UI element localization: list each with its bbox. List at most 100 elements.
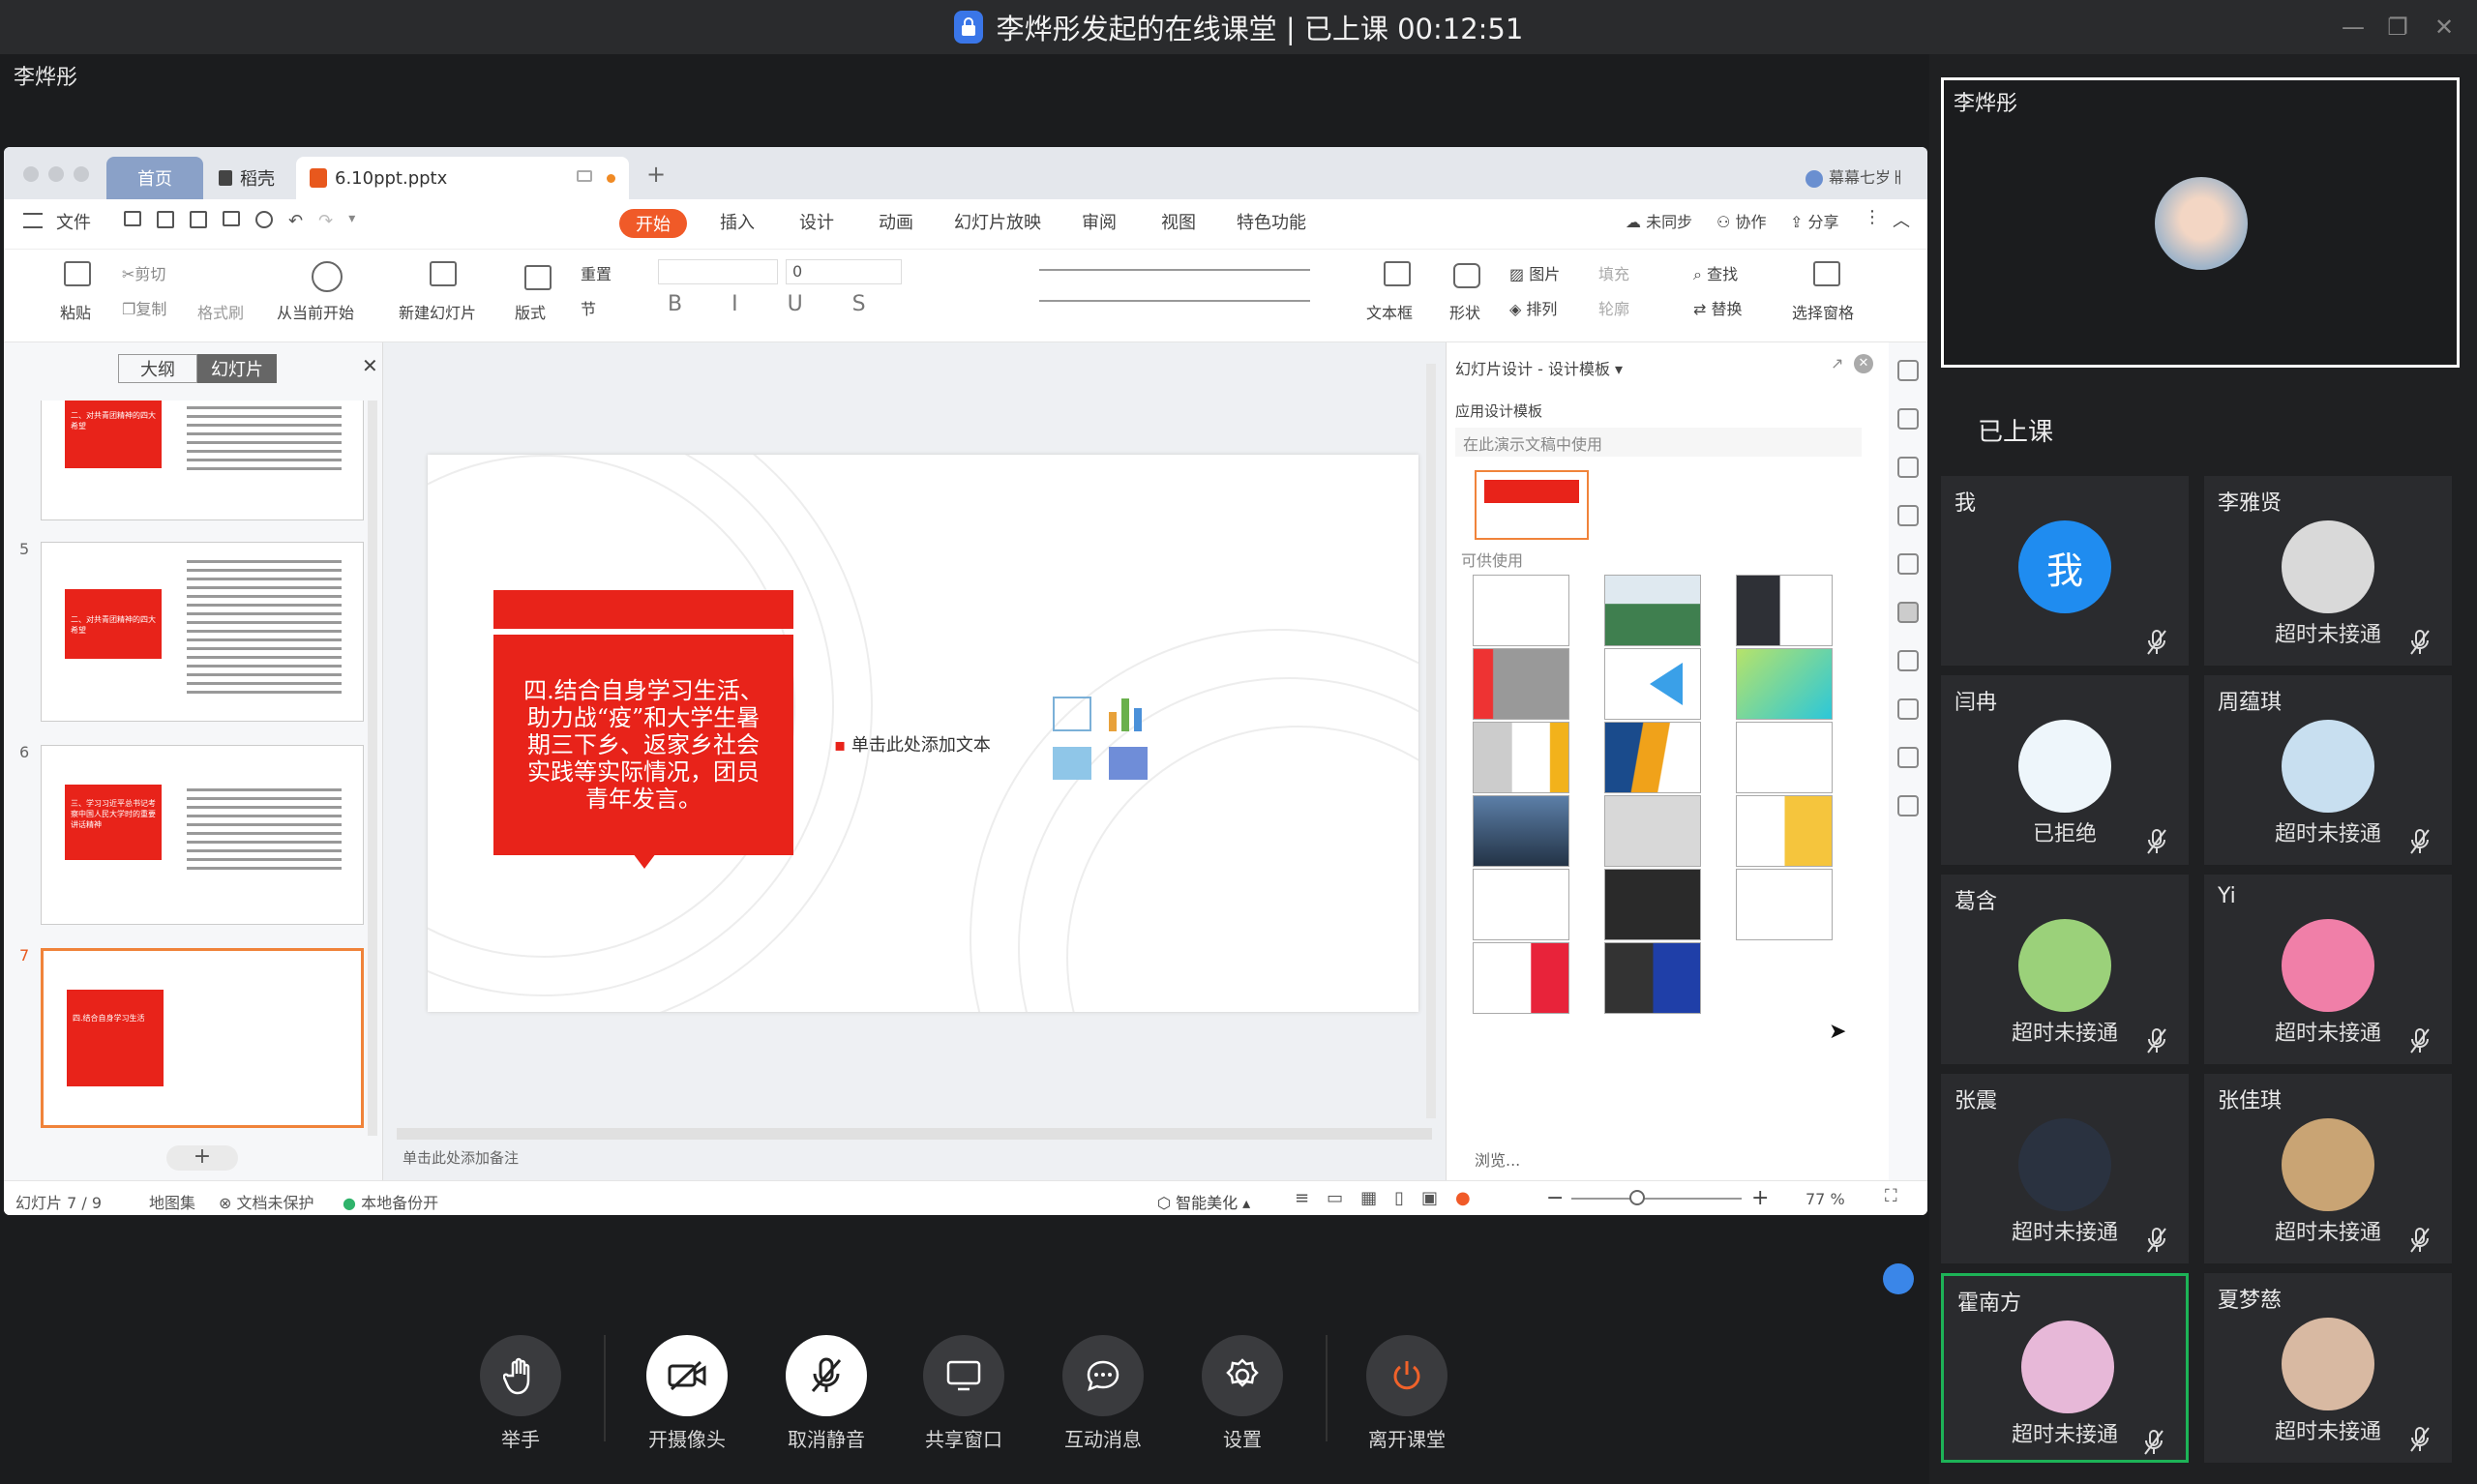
v-scrollbar[interactable]	[1426, 364, 1436, 1118]
zoom-in-button[interactable]: +	[1751, 1186, 1769, 1210]
zoom-out-button[interactable]: −	[1546, 1186, 1564, 1210]
participant-tile[interactable]: 我我	[1941, 476, 2189, 666]
reading-view-icon[interactable]: ▯	[1394, 1188, 1404, 1208]
template-thumb[interactable]	[1736, 722, 1833, 793]
slide-thumbnail[interactable]: 二、对共青团精神的四大希望	[41, 542, 364, 722]
play-slideshow-icon[interactable]: ●	[1455, 1188, 1471, 1208]
share-button[interactable]: ⇪ 分享	[1790, 209, 1839, 232]
menu-special[interactable]: 特色功能	[1237, 209, 1306, 234]
menu-insert[interactable]: 插入	[720, 209, 755, 234]
beautify-button[interactable]: ⬡ 智能美化 ▴	[1157, 1190, 1250, 1213]
participant-tile[interactable]: 张震 超时未接通	[1941, 1074, 2189, 1263]
close-pane-icon[interactable]: ✕	[362, 354, 378, 377]
tab-outline[interactable]: 大纲	[118, 354, 197, 383]
share-window-button[interactable]	[923, 1335, 1004, 1416]
font-family-select[interactable]	[658, 259, 778, 284]
template-thumb[interactable]	[1473, 795, 1569, 867]
new-slide-icon[interactable]	[430, 261, 457, 286]
slide-canvas[interactable]: 四.结合自身学习生活、助力战“疫”和大学生暑期三下乡、返家乡社会实践等实际情况，…	[428, 455, 1418, 1012]
template-thumb[interactable]	[1604, 722, 1701, 793]
template-thumb[interactable]	[1473, 869, 1569, 940]
paste-icon[interactable]	[64, 261, 91, 286]
notes-icon[interactable]: ≡	[1295, 1188, 1309, 1208]
template-thumb[interactable]	[1473, 942, 1569, 1014]
template-thumb[interactable]	[1736, 869, 1833, 940]
play-icon[interactable]	[312, 261, 343, 292]
menu-start[interactable]: 开始	[619, 209, 687, 238]
select-pane-icon[interactable]	[1813, 261, 1840, 286]
participant-tile[interactable]: Yi 超时未接通	[2204, 875, 2452, 1064]
template-thumb[interactable]	[1604, 795, 1701, 867]
open-icon[interactable]	[124, 211, 141, 226]
account-name[interactable]: 幕幕七岁ㅐ	[1806, 164, 1905, 188]
side-tool-icon[interactable]	[1897, 698, 1919, 720]
find-button[interactable]: ⌕ 查找	[1693, 261, 1738, 284]
atlas-button[interactable]: 地图集	[149, 1190, 195, 1213]
shape-button[interactable]: 形状	[1449, 300, 1480, 323]
new-slide-button[interactable]: 新建幻灯片	[399, 300, 476, 323]
messages-button[interactable]	[1062, 1335, 1144, 1416]
zoom-level[interactable]: 77 %	[1806, 1190, 1845, 1208]
redo-icon[interactable]: ↷	[318, 211, 333, 231]
menu-slideshow[interactable]: 幻灯片放映	[954, 209, 1041, 234]
collab-button[interactable]: ⚇ 协作	[1716, 209, 1766, 232]
side-tool-icon[interactable]	[1897, 457, 1919, 478]
undo-icon[interactable]: ↶	[288, 211, 303, 231]
slide-thumbnail[interactable]: 二、对共青团精神的四大希望	[41, 401, 364, 520]
paragraph-tools[interactable]	[1039, 261, 1329, 319]
participant-tile[interactable]: 张佳琪 超时未接通	[2204, 1074, 2452, 1263]
close-icon[interactable]: ✕	[1854, 354, 1873, 373]
unmute-button[interactable]	[786, 1335, 867, 1416]
collapse-ribbon-icon[interactable]: ︿	[1893, 207, 1910, 232]
h-scrollbar[interactable]	[397, 1128, 1432, 1140]
minimize-icon[interactable]: —	[2336, 10, 2371, 45]
print-icon[interactable]	[223, 211, 240, 226]
menu-view[interactable]: 视图	[1161, 209, 1196, 234]
insert-video-icon[interactable]	[1109, 747, 1148, 780]
fit-window-icon[interactable]: ⛶	[1885, 1186, 1897, 1206]
side-tool-icon[interactable]	[1897, 505, 1919, 526]
participant-tile[interactable]: 霍南方 超时未接通	[1941, 1273, 2189, 1463]
participant-tile[interactable]: 李雅贤 超时未接通	[2204, 476, 2452, 666]
expand-icon[interactable]: ↗	[1831, 354, 1843, 372]
add-slide-button[interactable]: +	[166, 1145, 238, 1171]
font-style-buttons[interactable]: B I U S	[668, 292, 887, 316]
textbox-button[interactable]: 文本框	[1366, 300, 1413, 323]
slide-bullet-placeholder[interactable]: ▪ 单击此处添加文本	[834, 731, 991, 757]
slide-thumbnail[interactable]: 三、学习习近平总书记考察中国人民大学时的重要讲话精神	[41, 745, 364, 925]
presenter-view-icon[interactable]: ▣	[1421, 1188, 1438, 1208]
section-button[interactable]: 节	[581, 296, 596, 319]
normal-view-icon[interactable]: ▭	[1327, 1188, 1343, 1208]
layout-button[interactable]: 版式	[515, 300, 546, 323]
restore-icon[interactable]: ❐	[2380, 10, 2415, 45]
more-icon[interactable]: ⋮	[1864, 207, 1881, 227]
tab-daoke[interactable]: 稻壳	[209, 157, 284, 199]
template-thumb[interactable]	[1473, 722, 1569, 793]
protect-status[interactable]: ⊗ 文档未保护	[219, 1190, 314, 1213]
insert-table-icon[interactable]	[1053, 697, 1091, 731]
reset-button[interactable]: 重置	[581, 261, 612, 284]
backup-status[interactable]: ● 本地备份开	[343, 1190, 438, 1213]
zoom-slider[interactable]	[1571, 1198, 1742, 1200]
menu-design[interactable]: 设计	[799, 209, 834, 234]
picture-button[interactable]: ▨ 图片	[1509, 261, 1560, 284]
browse-link[interactable]: 浏览...	[1475, 1147, 1520, 1171]
template-thumb[interactable]	[1604, 942, 1701, 1014]
fill-button[interactable]: 填充	[1598, 261, 1629, 284]
paste-button[interactable]: 粘贴	[60, 300, 91, 323]
participant-tile[interactable]: 闫冉 已拒绝	[1941, 675, 2189, 865]
raise-hand-button[interactable]	[480, 1335, 561, 1416]
select-pane-button[interactable]: 选择窗格	[1792, 300, 1854, 323]
template-thumb[interactable]	[1736, 795, 1833, 867]
export-icon[interactable]	[190, 211, 207, 228]
side-tool-icon[interactable]	[1897, 650, 1919, 671]
hamburger-icon[interactable]	[23, 213, 43, 228]
current-template-thumb[interactable]	[1475, 470, 1589, 540]
template-thumb[interactable]	[1736, 575, 1833, 646]
participant-tile[interactable]: 葛含 超时未接通	[1941, 875, 2189, 1064]
slide-thumbnail-selected[interactable]: 四.结合自身学习生活	[41, 948, 364, 1128]
customize-icon[interactable]: ▾	[348, 211, 355, 231]
cut-button[interactable]: ✂剪切	[122, 261, 165, 284]
template-thumb[interactable]	[1604, 575, 1701, 646]
outline-button[interactable]: 轮廓	[1598, 296, 1629, 319]
